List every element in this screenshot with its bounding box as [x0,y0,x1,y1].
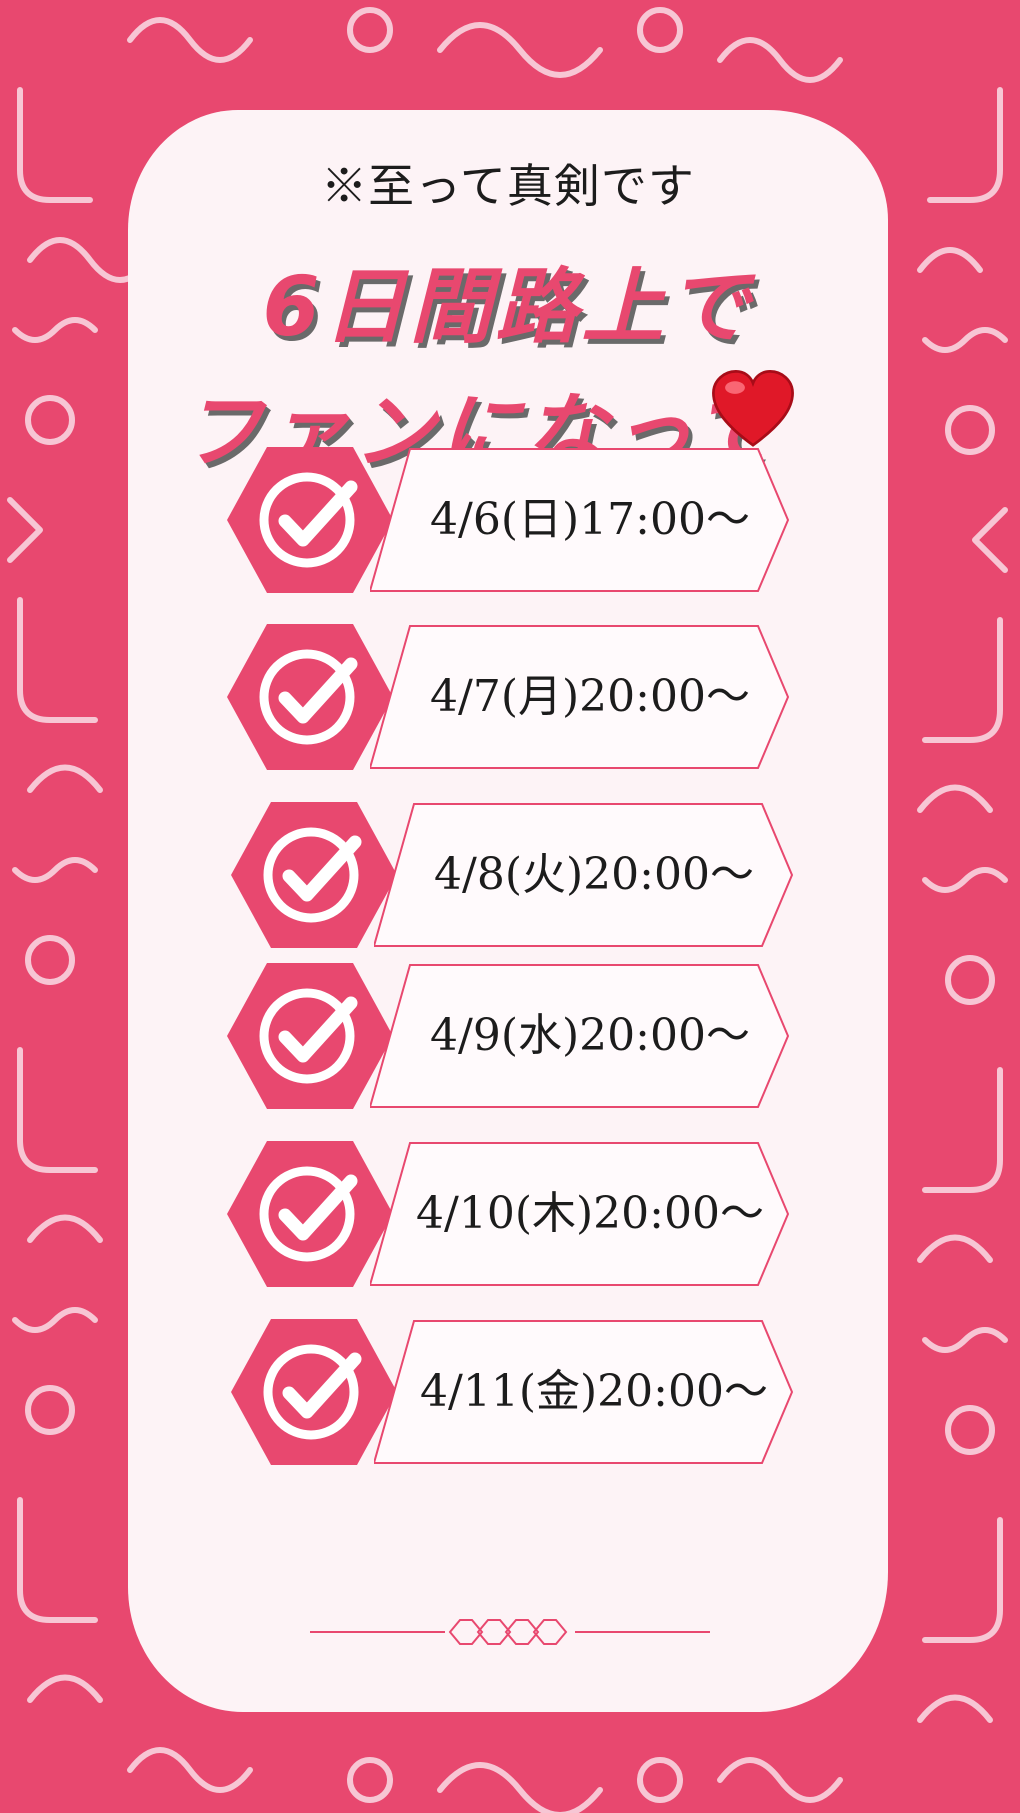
schedule-date-label: 4/7(月)20:00〜 [430,671,750,722]
schedule-date-label: 4/8(火)20:00〜 [434,849,754,900]
headline-line-1: 6日間路上で [262,260,754,355]
ornament-divider [310,1619,710,1645]
schedule-row: 4/7(月)20:00〜 [0,622,1020,772]
heart-icon [712,370,794,447]
schedule-row: 4/10(木)20:00〜 [0,1139,1020,1289]
schedule-date-label: 4/9(水)20:00〜 [430,1010,750,1061]
schedule-date-label: 4/10(木)20:00〜 [416,1188,764,1239]
schedule-date-label: 4/11(金)20:00〜 [420,1366,768,1417]
schedule-row: 4/8(火)20:00〜 [0,800,1020,950]
notice-text: ※至って真剣です [321,159,695,213]
schedule-row: 4/6(日)17:00〜 [0,445,1020,595]
schedule-date-label: 4/6(日)17:00〜 [430,494,750,545]
schedule-row: 4/9(水)20:00〜 [0,961,1020,1111]
schedule-row: 4/11(金)20:00〜 [0,1317,1020,1467]
